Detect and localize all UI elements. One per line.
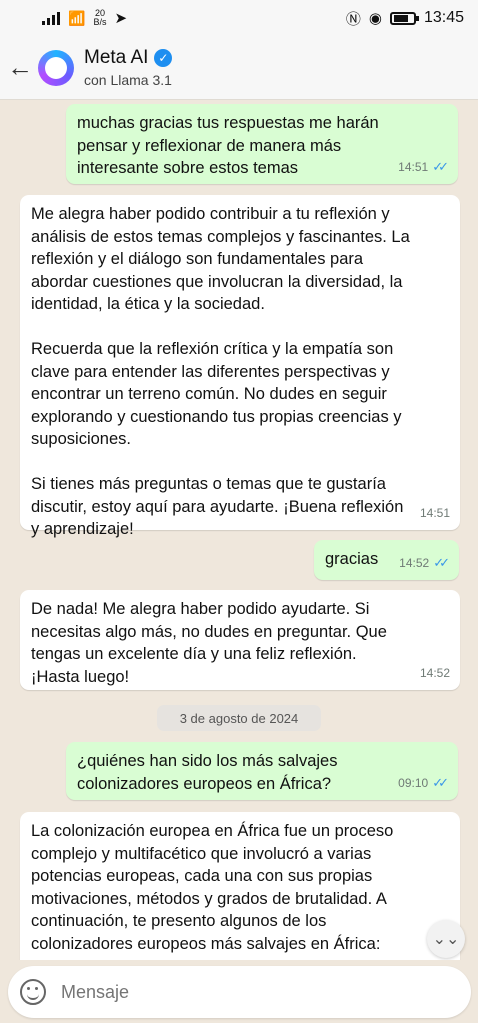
incoming-message[interactable]: Me alegra haber podido contribuir a tu r… — [20, 195, 460, 538]
wifi-icon: 📶 — [68, 9, 86, 26]
message-text: ¿quiénes han sido los más salvajes colon… — [77, 752, 338, 793]
message-text: muchas gracias tus respuestas me harán p… — [77, 114, 379, 177]
message-input[interactable] — [61, 981, 441, 1003]
emoji-icon[interactable] — [20, 979, 46, 1005]
message-time: 14:52 — [399, 555, 430, 570]
message-time: 14:52 — [419, 665, 450, 680]
outgoing-message[interactable]: ¿quiénes han sido los más salvajes colon… — [66, 742, 458, 800]
chat-header: ← Meta AI ✓ con Llama 3.1 — [0, 36, 478, 100]
contact-info[interactable]: Meta AI ✓ con Llama 3.1 — [84, 47, 173, 88]
message-text: La colonización europea en África fue un… — [31, 822, 394, 953]
incoming-message[interactable]: La colonización europea en África fue un… — [20, 812, 460, 960]
chat-area[interactable]: muchas gracias tus respuestas me harán p… — [0, 100, 478, 960]
meta-ai-avatar[interactable] — [38, 49, 74, 86]
double-check-icon: ✓✓ — [433, 554, 450, 570]
date-separator: 3 de agosto de 2024 — [157, 705, 321, 731]
message-text: De nada! Me alegra haber podido ayudarte… — [31, 600, 387, 686]
message-text: Me alegra haber podido contribuir a tu r… — [31, 205, 410, 538]
message-time: 09:10 — [398, 775, 429, 790]
nfc-icon: Ⓝ — [345, 10, 361, 28]
battery-icon — [389, 11, 419, 25]
network-speed: 20 B/s — [93, 8, 107, 27]
contact-subtitle: con Llama 3.1 — [84, 72, 172, 88]
double-check-icon: ✓✓ — [432, 774, 449, 790]
scroll-down-icon[interactable]: ⌄⌄ — [427, 920, 465, 958]
signal-icon — [42, 11, 60, 25]
message-time: 14:51 — [398, 159, 429, 174]
outgoing-message[interactable]: gracias 14:52 ✓✓ — [314, 540, 459, 580]
status-bar: 📶 20 B/s ➤ Ⓝ ◉ 13:45 — [0, 0, 478, 36]
message-input-bar — [8, 966, 471, 1018]
contact-name: Meta AI — [84, 47, 149, 68]
outgoing-message[interactable]: muchas gracias tus respuestas me harán p… — [66, 104, 458, 184]
arrow-left-icon[interactable]: ← — [2, 52, 38, 83]
verified-badge-icon: ✓ — [154, 49, 173, 67]
message-time: 14:51 — [419, 505, 450, 520]
incoming-message[interactable]: De nada! Me alegra haber podido ayudarte… — [20, 590, 460, 690]
telegram-icon: ➤ — [114, 10, 128, 27]
eye-icon: ◉ — [368, 10, 382, 27]
clock: 13:45 — [423, 9, 464, 26]
double-check-icon: ✓✓ — [432, 158, 449, 174]
